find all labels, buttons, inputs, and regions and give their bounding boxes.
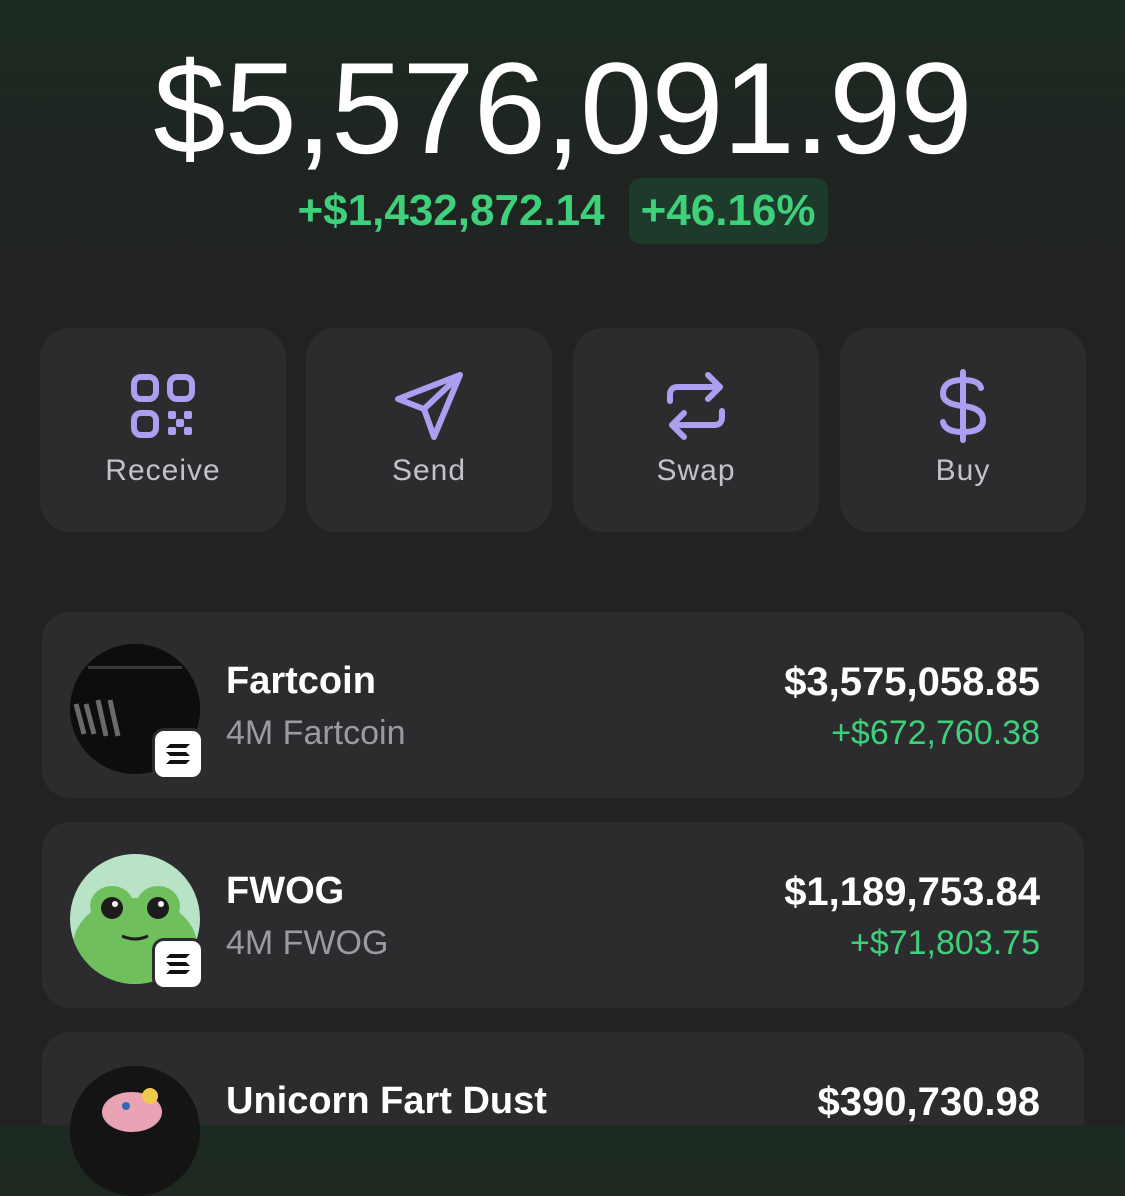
swap-button[interactable]: Swap — [573, 328, 819, 532]
token-row-fwog[interactable]: FWOG 4M FWOG $1,189,753.84 +$71,803.75 — [42, 822, 1084, 1008]
action-buttons: Receive Send Swap Buy — [40, 328, 1086, 532]
token-holding: 4M Fartcoin — [226, 714, 406, 752]
token-row-fartcoin[interactable]: Fartcoin 4M Fartcoin $3,575,058.85 +$672… — [42, 612, 1084, 798]
buy-button[interactable]: Buy — [840, 328, 1086, 532]
buy-label: Buy — [935, 454, 991, 487]
unicorn-fart-dust-avatar — [70, 1066, 200, 1196]
send-icon — [306, 368, 552, 444]
send-button[interactable]: Send — [306, 328, 552, 532]
receive-label: Receive — [105, 454, 221, 487]
token-value: $3,575,058.85 — [784, 660, 1040, 704]
token-change: +$71,803.75 — [849, 924, 1040, 962]
token-name: Fartcoin — [226, 660, 376, 702]
send-label: Send — [391, 454, 467, 487]
swap-icon — [573, 368, 819, 444]
token-change: +$672,760.38 — [831, 714, 1040, 752]
token-name: Unicorn Fart Dust — [226, 1080, 547, 1122]
token-value: $390,730.98 — [817, 1080, 1040, 1124]
token-holding: 4M FWOG — [226, 924, 389, 962]
receive-button[interactable]: Receive — [40, 328, 286, 532]
swap-label: Swap — [656, 454, 736, 487]
solana-icon — [152, 728, 204, 780]
solana-icon — [152, 938, 204, 990]
token-name: FWOG — [226, 870, 345, 912]
dollar-icon — [840, 368, 1086, 444]
balance-change-row: +$1,432,872.14 +46.16% — [0, 178, 1125, 244]
balance-change-amount: +$1,432,872.14 — [297, 186, 605, 235]
token-value: $1,189,753.84 — [784, 870, 1040, 914]
balance-change-percent-badge: +46.16% — [628, 178, 828, 244]
token-row-unicorn-fart-dust[interactable]: Unicorn Fart Dust $390,730.98 — [42, 1032, 1084, 1196]
qr-code-icon — [40, 368, 286, 444]
balance-amount: $5,576,091.99 — [153, 35, 972, 181]
